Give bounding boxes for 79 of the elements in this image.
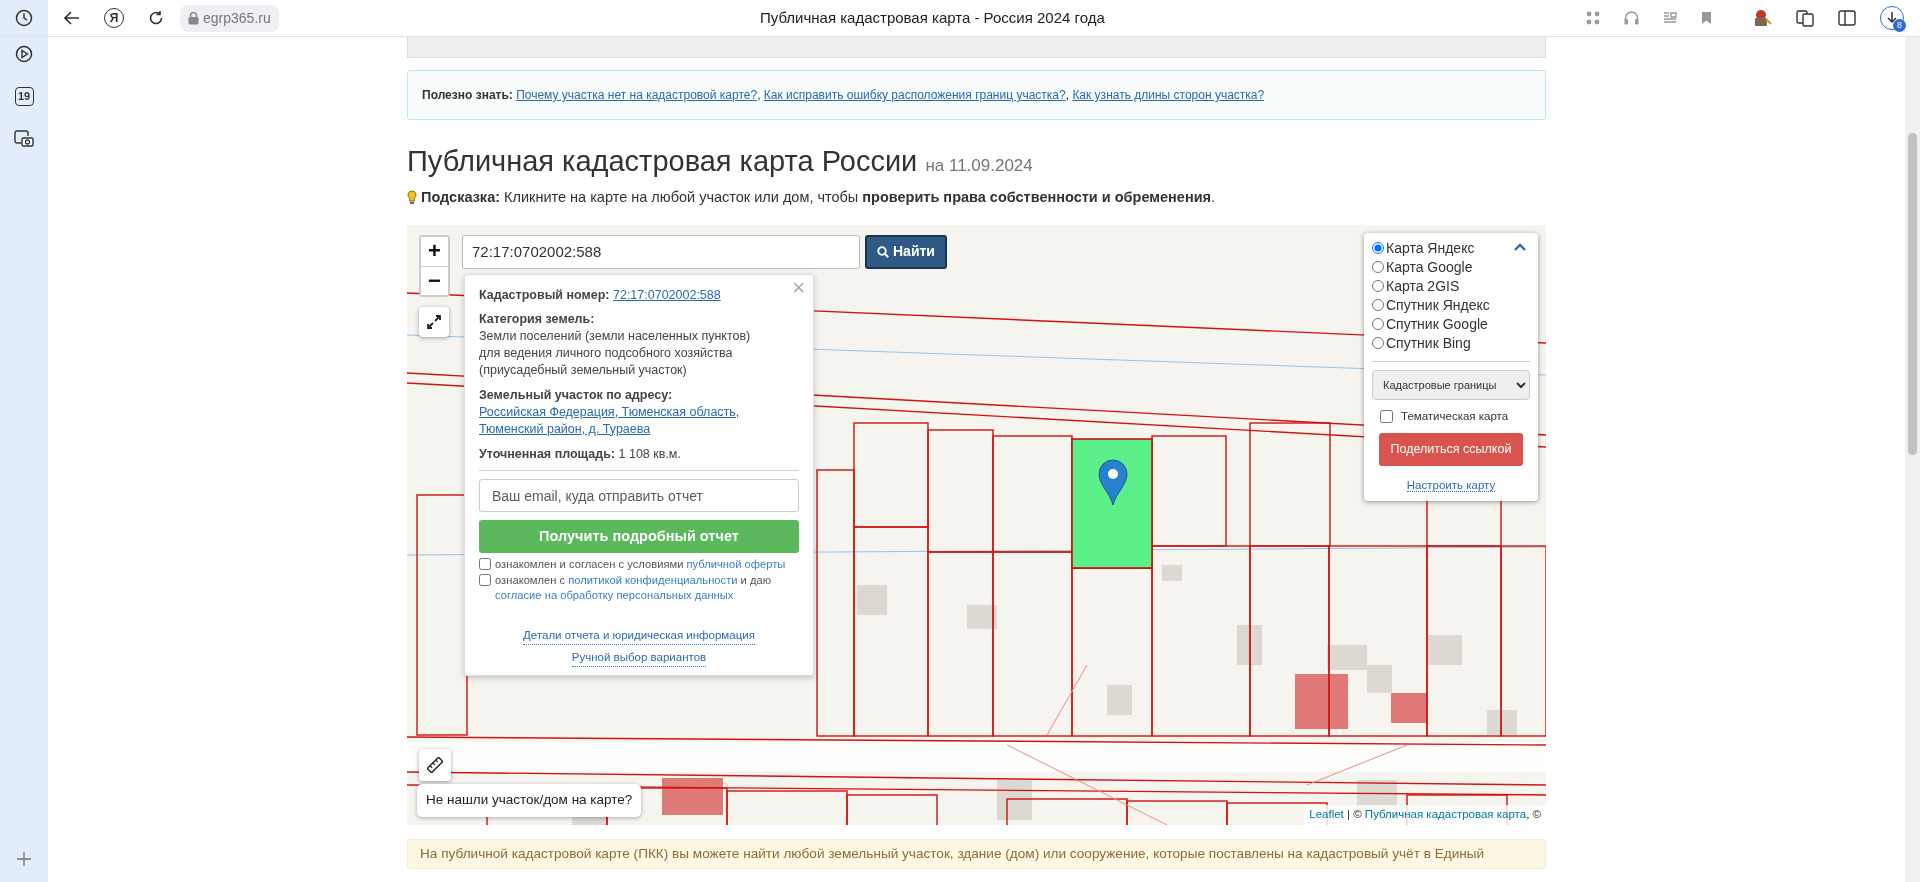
- calendar-button[interactable]: 19: [14, 87, 34, 106]
- layer-option-label[interactable]: Спутник Bing: [1386, 333, 1471, 353]
- search-button[interactable]: Найти: [865, 234, 947, 269]
- play-icon[interactable]: [15, 45, 33, 63]
- layer-radio[interactable]: [1372, 261, 1384, 274]
- share-button[interactable]: Поделиться ссылкой: [1378, 432, 1524, 466]
- layer-option-label[interactable]: Карта 2GIS: [1386, 276, 1460, 296]
- expand-icon: [427, 314, 441, 329]
- lock-icon: [188, 11, 199, 25]
- back-icon[interactable]: [64, 11, 80, 25]
- field-value: Земли поселений (земли населенных пунктов): [479, 328, 751, 346]
- field-label: Категория земель:: [479, 312, 595, 327]
- thematic-checkbox[interactable]: [1380, 409, 1393, 423]
- agreement-checkbox[interactable]: [479, 558, 491, 571]
- field-label: Земельный участок по адресу:: [479, 387, 673, 402]
- search-icon: [877, 245, 889, 258]
- agreement-link[interactable]: согласие на обработку персональных данных: [495, 588, 734, 601]
- info-link[interactable]: Как узнать длины сторон участка?: [1072, 88, 1265, 102]
- address-bar[interactable]: egrp365.ru: [180, 4, 279, 32]
- info-link[interactable]: Как исправить ошибку расположения границ участка?: [763, 88, 1066, 102]
- layer-radio[interactable]: [1372, 318, 1384, 331]
- screenshot-icon[interactable]: [14, 130, 34, 148]
- layer-radio[interactable]: [1372, 242, 1384, 255]
- map-attribution: Leaflet | © Публичная кадастровая карта, ©: [1304, 805, 1546, 825]
- layer-radio[interactable]: [1372, 299, 1384, 312]
- popup-link[interactable]: Детали отчета и юридическая информация: [523, 626, 755, 645]
- thematic-label: Тематическая карта: [1401, 408, 1509, 424]
- extension-icon[interactable]: [1752, 9, 1772, 27]
- agreement-checkbox[interactable]: [479, 573, 491, 586]
- window-title: Публичная кадастровая карта - Россия 2024 года: [759, 8, 1105, 26]
- agreement-text: ознакомлен и согласен с условиями публичной оферты: [495, 557, 786, 573]
- page-title: Публичная кадастровая карта России на 11.09.2024: [407, 144, 1034, 179]
- headphones-icon[interactable]: [1624, 11, 1639, 25]
- field-note: для ведения личного подсобного хозяйства (приусадебный земельный участок): [479, 345, 734, 379]
- attribution-link[interactable]: Leaflet: [1309, 808, 1344, 821]
- field-label: Кадастровый номер:: [479, 287, 610, 302]
- layer-radio[interactable]: [1372, 280, 1384, 293]
- info-text: Полезно знать: Почему участка нет на кадастровой карте?, Как исправить ошибку расположения границ участка?, Как узнать длины сторон участка?: [422, 87, 1266, 104]
- agreement-text: ознакомлен с политикой конфиденциальности и даю согласие на обработку персональных данных: [495, 572, 773, 603]
- layer-option-label[interactable]: Спутник Яндекс: [1386, 295, 1490, 315]
- reload-icon[interactable]: [148, 10, 164, 26]
- field-value: 1 108 кв.м.: [618, 445, 681, 463]
- downloads-count: 8: [1893, 19, 1906, 32]
- field-label: Уточненная площадь:: [479, 446, 616, 461]
- sidebar-panel-icon[interactable]: [1838, 10, 1856, 26]
- selected-parcel[interactable]: [1071, 437, 1153, 569]
- scrollbar[interactable]: [1905, 37, 1920, 882]
- layer-radio[interactable]: [1372, 337, 1384, 350]
- grid-dots-icon[interactable]: [1586, 11, 1600, 25]
- history-icon[interactable]: [15, 9, 33, 27]
- info-link[interactable]: Почему участка нет на кадастровой карте?: [516, 88, 758, 102]
- date-text: на 11.09.2024: [925, 156, 1033, 175]
- lightbulb-icon: [407, 190, 417, 206]
- map-pin-icon[interactable]: [1098, 459, 1128, 506]
- add-icon[interactable]: [17, 852, 31, 866]
- layer-option-label[interactable]: Спутник Google: [1386, 314, 1488, 334]
- fullscreen-button[interactable]: [419, 306, 449, 337]
- field-link[interactable]: Российская Федерация, Тюменская область, Тюменский район, д. Тураева: [479, 403, 799, 438]
- configure-map-link[interactable]: Настроить карту: [1406, 478, 1496, 492]
- bookmark-icon[interactable]: [1701, 11, 1712, 25]
- layer-option-label[interactable]: Карта Google: [1386, 257, 1473, 277]
- scrollbar-thumb[interactable]: [1908, 133, 1917, 455]
- collapse-chevron-icon[interactable]: [1514, 242, 1526, 251]
- layer-option-label[interactable]: Карта Яндекс: [1386, 238, 1475, 258]
- download-icon: [1887, 12, 1897, 24]
- agreement-link[interactable]: политикой конфиденциальности: [568, 573, 738, 586]
- agreement-link[interactable]: публичной оферты: [686, 558, 786, 571]
- overlay-select[interactable]: Кадастровые границы: [1372, 369, 1530, 400]
- field-link[interactable]: 72:17:0702002:588: [613, 286, 721, 304]
- ruler-icon: [427, 756, 443, 773]
- zoom-out-button[interactable]: −: [421, 265, 448, 295]
- address-text: egrp365.ru: [203, 8, 271, 28]
- not-found-button[interactable]: Не нашли участок/дом на карте?: [417, 784, 642, 817]
- ruler-button[interactable]: [419, 748, 451, 781]
- hint-text: Подсказка: Кликните на карте на любой участок или дом, чтобы проверить права собственности и обременения.: [421, 187, 1216, 207]
- search-field[interactable]: 72:17:0702002:588: [462, 234, 860, 269]
- email-field[interactable]: Ваш email, куда отправить отчет: [479, 479, 799, 513]
- notice-text: На публичной кадастровой карте (ПКК) вы можете найти любой земельный участок, здание (дом) или сооружение, которые поставлены на кадастровый учёт в Единый: [420, 845, 1485, 861]
- popup-link[interactable]: Ручной выбор вариантов: [571, 649, 707, 668]
